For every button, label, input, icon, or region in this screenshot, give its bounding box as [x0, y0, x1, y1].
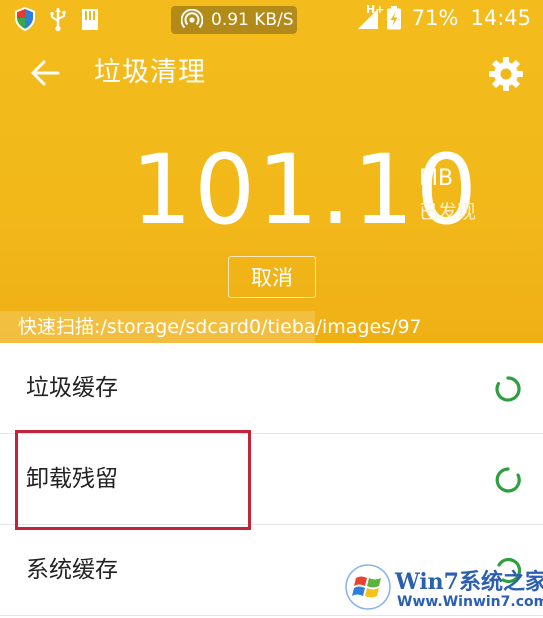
sd-card-icon	[82, 9, 98, 30]
status-bar: 0.91 KB/S 71% 14:45 H+	[0, 0, 543, 40]
net-speed-text: 0.91 KB/S	[211, 10, 294, 30]
list-item-label: 垃圾缓存	[26, 375, 118, 401]
battery-percent: 71%	[411, 6, 459, 30]
network-speed-pill: 0.91 KB/S	[171, 6, 297, 34]
found-label: 已发现	[419, 201, 477, 223]
watermark: Win7系统之家 Www.Winwin7.com	[345, 560, 543, 618]
page-title: 垃圾清理	[94, 57, 206, 88]
usb-icon	[50, 8, 66, 32]
shield-icon	[15, 7, 35, 31]
loading-spinner-icon	[495, 376, 521, 402]
header-panel: 0.91 KB/S 71% 14:45 H+ 垃圾清理 101.10 MB 已发…	[0, 0, 543, 343]
watermark-url: Www.Winwin7.com	[397, 594, 543, 610]
watermark-brand: Win7系统之家	[395, 569, 543, 595]
list-item-junk-cache[interactable]: 垃圾缓存	[0, 343, 543, 434]
loading-spinner-icon	[495, 467, 521, 493]
found-size-unit: MB	[419, 166, 454, 191]
windows-logo-icon	[345, 564, 391, 610]
back-arrow-icon[interactable]	[28, 55, 64, 91]
scan-progress-bar: 快速扫描:/storage/sdcard0/tieba/images/97	[0, 311, 543, 343]
highlight-annotation-box	[15, 430, 251, 530]
cancel-button[interactable]: 取消	[228, 256, 316, 298]
clock: 14:45	[470, 6, 531, 30]
network-type: H+	[366, 3, 385, 16]
scan-path-text: 快速扫描:/storage/sdcard0/tieba/images/97	[18, 316, 422, 338]
battery-charging-icon	[386, 6, 401, 30]
list-item-label: 系统缓存	[26, 557, 118, 583]
gear-icon[interactable]	[486, 54, 526, 94]
hotspot-icon	[181, 9, 203, 29]
status-bar-left	[14, 6, 100, 32]
